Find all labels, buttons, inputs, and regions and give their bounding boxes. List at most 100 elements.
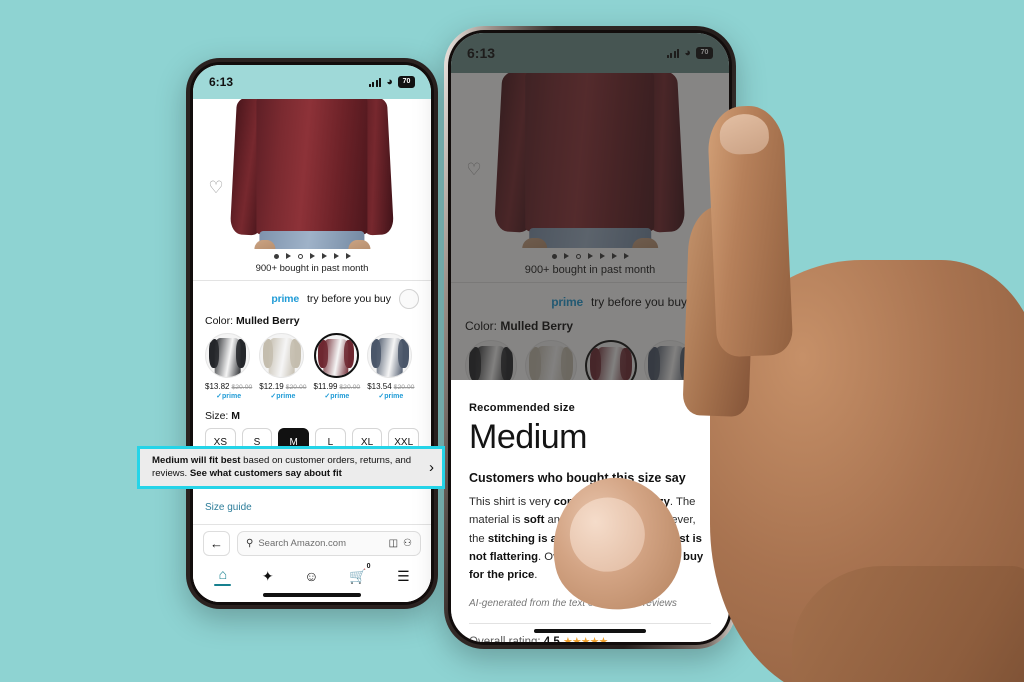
product-image-left[interactable]: [193, 99, 431, 249]
review-text: and the: [544, 514, 589, 527]
fit-callout-link[interactable]: See what customers say about fit: [190, 468, 342, 479]
modal-kicker: Recommended size: [469, 402, 575, 414]
bottom-bar-left: ← ⚲ Search Amazon.com ◫ ⚇ ⌂ ✦ ☺ 🛒 0 ☰: [193, 524, 431, 602]
fit-recommendation-callout[interactable]: Medium will fit best based on customer o…: [137, 446, 445, 489]
review-highlight: soft: [523, 514, 545, 527]
review-summary-text: This shirt is very comfortable and cozy.…: [469, 493, 711, 584]
swatch-price: $13.82$20.00 ✓prime: [205, 382, 252, 400]
review-highlight: fit is great: [588, 514, 643, 527]
cellular-signal-icon: [368, 77, 382, 87]
carousel-dot[interactable]: [297, 253, 303, 259]
shirt-torso: [256, 99, 368, 235]
search-input[interactable]: ⚲ Search Amazon.com ◫ ⚇: [237, 531, 421, 556]
ai-disclaimer: AI-generated from the text of customer r…: [469, 597, 677, 609]
carousel-video-icon[interactable]: [345, 253, 351, 259]
close-x-icon[interactable]: ✕: [686, 344, 712, 370]
battery-icon: 70: [398, 76, 415, 88]
swatch-thumbnail[interactable]: [205, 333, 250, 378]
recommended-size-modal: Recommended size Medium Customers who bo…: [451, 380, 729, 642]
home-indicator: [193, 588, 431, 602]
prime-tbyb-toggle[interactable]: [399, 289, 419, 309]
carousel-video-icon[interactable]: [321, 253, 327, 259]
wrist: [792, 566, 1024, 682]
review-text: This shirt is very: [469, 496, 554, 509]
tab-bar[interactable]: ⌂ ✦ ☺ 🛒 0 ☰: [193, 562, 431, 588]
phone-left: 6:13 ◕ 70 ♡ 900+ bought in past month pr…: [186, 58, 438, 609]
current-price: $13.54: [367, 382, 392, 391]
tab-cart[interactable]: 🛒 0: [349, 563, 370, 585]
swatch-price: $11.99$20.00 ✓prime: [314, 382, 361, 400]
wifi-icon: ◕: [386, 75, 393, 88]
status-icons: ◕ 70: [368, 75, 415, 88]
home-icon: ⌂: [218, 566, 228, 582]
carousel-video-icon[interactable]: [309, 253, 315, 259]
color-label: Color: Mulled Berry: [205, 315, 419, 327]
sparkle-icon: ✦: [261, 567, 274, 584]
color-swatch-navy[interactable]: $13.54$20.00 ✓prime: [367, 333, 414, 400]
list-price: $20.00: [231, 384, 253, 391]
prime-badge: ✓prime: [324, 393, 350, 400]
swatch-shirt: [214, 338, 241, 377]
palm: [710, 260, 1024, 682]
current-price: $12.19: [259, 382, 284, 391]
current-price: $11.99: [313, 382, 338, 391]
color-swatch-oatmeal[interactable]: $12.19$20.00 ✓prime: [259, 333, 307, 400]
hamburger-menu-icon: ☰: [397, 567, 410, 584]
fit-callout-lead: Medium will fit best: [152, 454, 241, 466]
phone-left-bezel: 6:13 ◕ 70 ♡ 900+ bought in past month pr…: [190, 62, 434, 605]
tab-rufus[interactable]: ✦: [262, 568, 274, 585]
phone-right: 6:13 ◕ 70: [444, 26, 736, 649]
swatch-price: $13.54$20.00 ✓prime: [367, 382, 414, 400]
prime-try-before-you-buy-row[interactable]: prime try before you buy: [193, 281, 431, 315]
prime-logo: prime: [271, 293, 299, 305]
list-price: $20.00: [339, 384, 361, 391]
phone-right-bezel: 6:13 ◕ 70: [448, 30, 732, 645]
status-bar-left: 6:13 ◕ 70: [193, 65, 431, 99]
model-photo: [230, 99, 394, 249]
size-guide-link[interactable]: Size guide: [193, 494, 431, 513]
prime-badge: ✓prime: [378, 393, 404, 400]
prime-tbyb-label: try before you buy: [306, 293, 391, 305]
prime-badge: ✓prime: [216, 393, 242, 400]
chevron-right-icon[interactable]: ›: [425, 459, 434, 476]
color-section-left: Color: Mulled Berry $13.82 $20.00 ✓prime $1…: [193, 315, 431, 400]
carousel-video-icon[interactable]: [285, 253, 291, 259]
color-swatch-row[interactable]: $13.82$20.00✓prime$12.19$20.00✓prime$11.…: [205, 333, 419, 400]
model-hand-right: [348, 239, 371, 249]
review-text: . Overall, this shirt is a: [538, 550, 653, 563]
carousel-indicators[interactable]: [193, 249, 431, 263]
heart-icon[interactable]: ♡: [205, 177, 227, 199]
carousel-dot-active[interactable]: [273, 253, 279, 259]
search-bar[interactable]: ← ⚲ Search Amazon.com ◫ ⚇: [193, 525, 431, 562]
tab-home[interactable]: ⌂: [214, 566, 232, 586]
recommended-size-value: Medium: [469, 418, 587, 456]
modal-heading: Customers who bought this size say: [469, 471, 686, 486]
person-icon: ☺: [304, 568, 319, 584]
fit-callout-text: Medium will fit best based on customer o…: [152, 455, 425, 481]
swatch-shirt: [323, 339, 349, 376]
color-swatch-black[interactable]: $13.82$20.00 ✓prime: [205, 333, 252, 400]
tab-menu[interactable]: ☰: [397, 568, 410, 585]
swatch-thumbnail[interactable]: [259, 333, 305, 378]
swatch-price: $12.19$20.00 ✓prime: [259, 382, 306, 400]
carousel-video-icon[interactable]: [333, 253, 339, 259]
microphone-icon[interactable]: ⚇: [403, 538, 412, 549]
size-value: M: [231, 410, 241, 422]
tab-account[interactable]: ☺: [304, 568, 318, 584]
home-indicator: [451, 624, 729, 638]
status-time: 6:13: [209, 75, 234, 89]
phone-left-screen: 6:13 ◕ 70 ♡ 900+ bought in past month pr…: [193, 65, 431, 602]
current-price: $13.82: [205, 382, 230, 391]
search-placeholder: Search Amazon.com: [258, 538, 346, 549]
scene-canvas: 6:13 ◕ 70 ♡ 900+ bought in past month pr…: [0, 0, 1024, 682]
swatch-thumbnail[interactable]: [367, 333, 413, 378]
review-highlight: comfortable and cozy: [553, 496, 670, 509]
review-text: .: [534, 569, 538, 582]
arrow-left-icon[interactable]: ←: [203, 531, 230, 556]
color-swatch-mulled-berry[interactable]: $11.99$20.00 ✓prime: [313, 333, 361, 400]
active-underline: [214, 584, 232, 586]
swatch-thumbnail[interactable]: [313, 333, 359, 378]
list-price: $20.00: [393, 384, 415, 391]
camera-lens-icon[interactable]: ◫: [389, 538, 398, 549]
swatch-shirt: [376, 338, 404, 377]
